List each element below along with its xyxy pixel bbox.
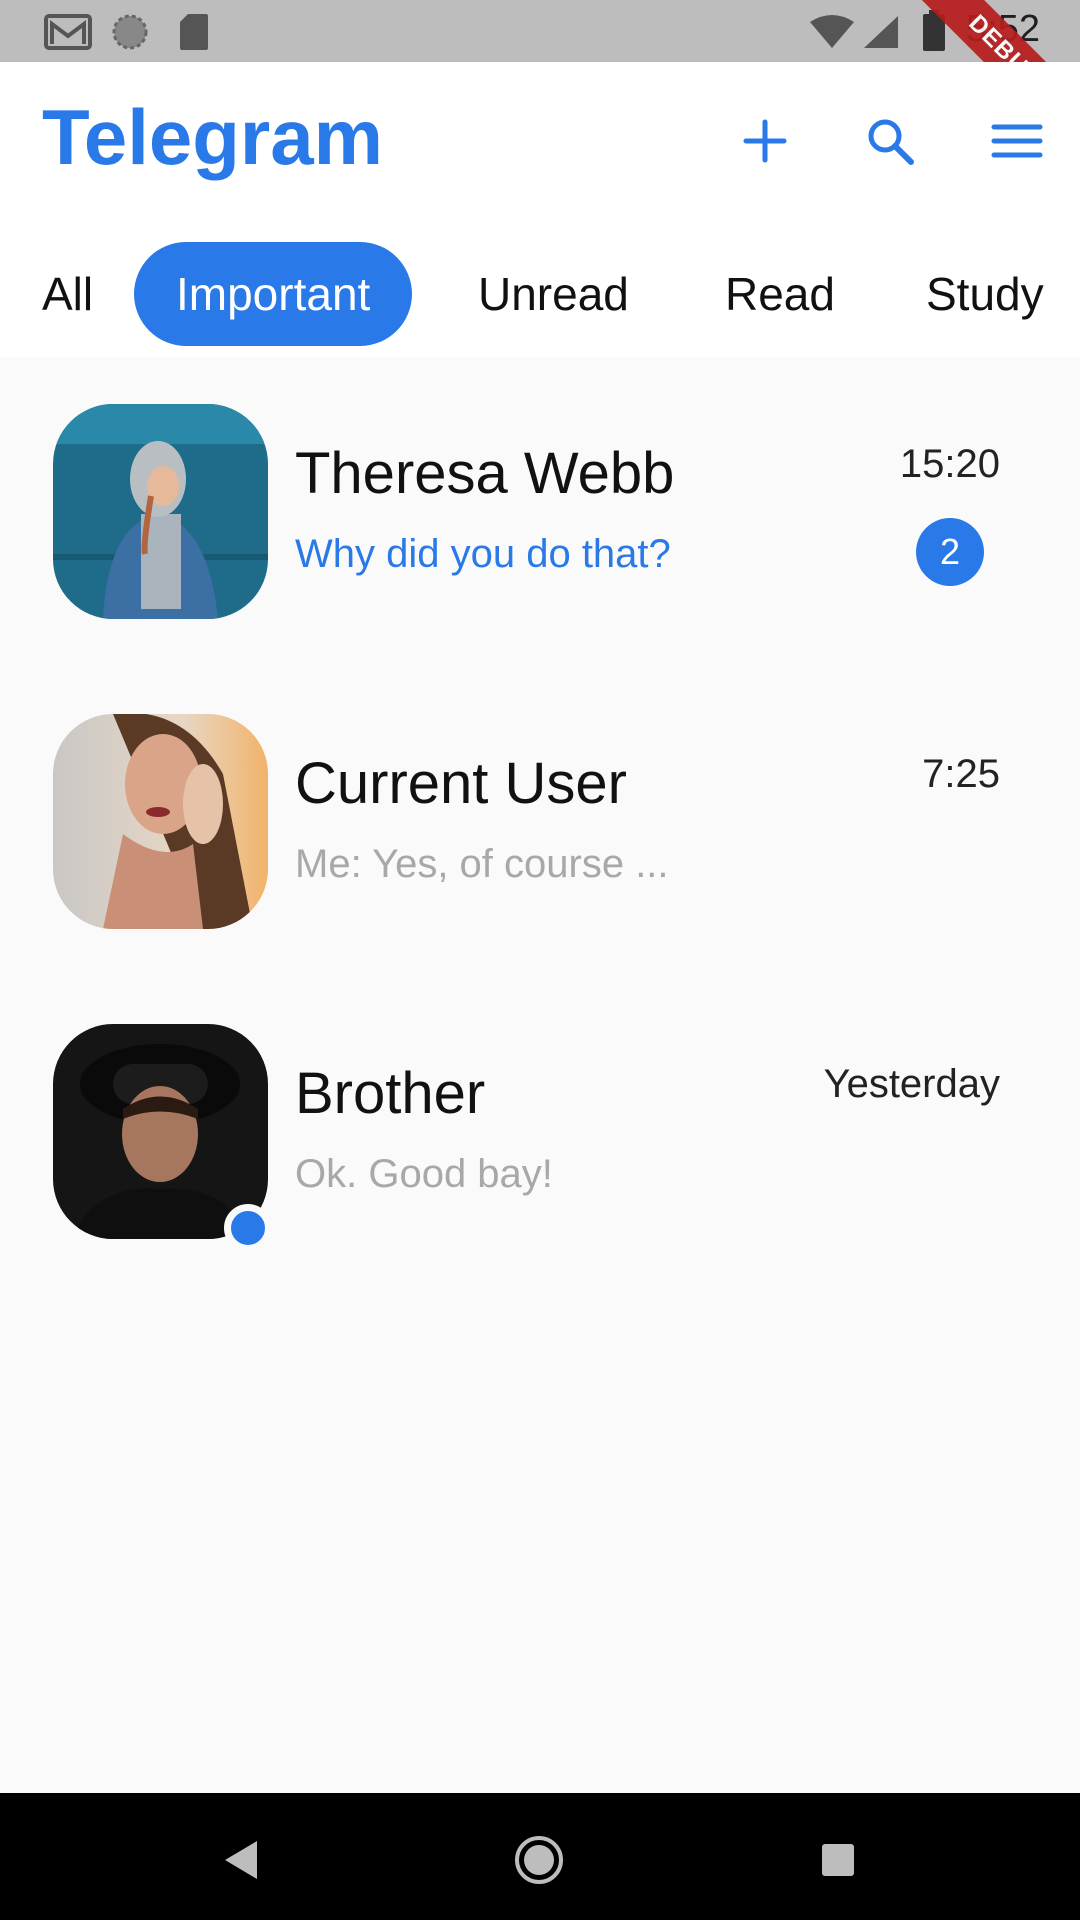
- chat-time: Yesterday: [823, 1062, 1000, 1106]
- search-icon: [868, 119, 914, 165]
- tab-study[interactable]: Study: [926, 242, 1044, 346]
- add-button[interactable]: [730, 106, 800, 176]
- tab-unread[interactable]: Unread: [478, 242, 629, 346]
- unread-badge: 2: [916, 518, 984, 586]
- gmail-icon: [44, 12, 92, 56]
- online-indicator: [224, 1204, 272, 1252]
- tab-read[interactable]: Read: [725, 242, 835, 346]
- wifi-icon: [808, 14, 856, 54]
- chat-list-item[interactable]: Theresa Webb Why did you do that? 15:20 …: [0, 404, 1080, 644]
- recents-icon: [822, 1844, 854, 1876]
- avatar: [53, 714, 268, 929]
- chat-message-preview: Me: Yes, of course ...: [295, 842, 669, 886]
- signal-icon: [862, 14, 900, 54]
- avatar: [53, 404, 268, 619]
- chat-message-preview: Why did you do that?: [295, 532, 671, 576]
- chat-name: Brother: [295, 1061, 486, 1126]
- system-nav-bar: [0, 1793, 1080, 1920]
- search-button[interactable]: [855, 106, 925, 176]
- chat-list-item[interactable]: Current User Me: Yes, of course ... 7:25: [0, 714, 1080, 954]
- recents-button[interactable]: [803, 1825, 873, 1895]
- sd-card-icon: [178, 12, 210, 56]
- filter-tabs: All Important Unread Read Study: [0, 222, 1080, 357]
- app-bar: Telegram: [0, 62, 1080, 222]
- chat-time: 15:20: [899, 442, 1000, 486]
- home-icon: [515, 1836, 563, 1884]
- tab-all[interactable]: All: [42, 242, 93, 346]
- chat-message-preview: Ok. Good bay!: [295, 1152, 553, 1196]
- status-bar: 5:52 DEBUG: [0, 0, 1080, 160]
- home-button[interactable]: [504, 1825, 574, 1895]
- add-icon: [743, 119, 787, 163]
- menu-button[interactable]: [982, 106, 1052, 176]
- back-icon: [225, 1841, 257, 1879]
- chat-list-item[interactable]: Brother Ok. Good bay! Yesterday: [0, 1024, 1080, 1264]
- chat-name: Theresa Webb: [295, 441, 675, 506]
- tab-important[interactable]: Important: [134, 242, 413, 346]
- app-title: Telegram: [42, 93, 384, 181]
- menu-icon: [991, 124, 1043, 158]
- chat-time: 7:25: [922, 752, 1000, 796]
- back-button[interactable]: [206, 1825, 276, 1895]
- chat-name: Current User: [295, 751, 627, 816]
- sync-icon: [110, 12, 150, 56]
